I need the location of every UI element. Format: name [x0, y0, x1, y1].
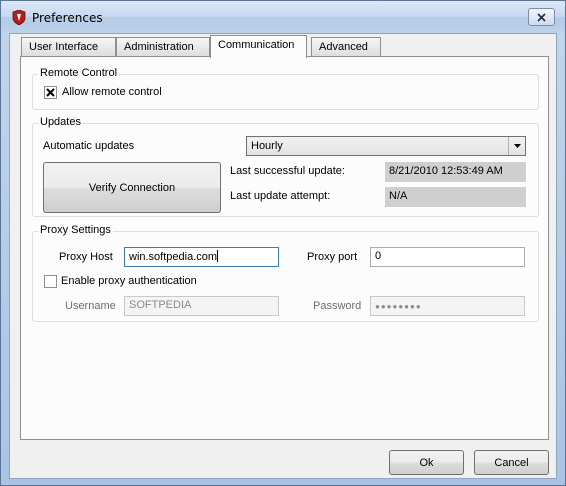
allow-remote-control-label[interactable]: Allow remote control — [62, 86, 162, 98]
last-update-attempt-label: Last update attempt: — [230, 190, 331, 202]
title-bar[interactable]: Preferences — [1, 1, 565, 33]
checkmark-icon — [46, 88, 55, 97]
update-frequency-dropdown[interactable]: Hourly — [246, 136, 526, 156]
tab-advanced[interactable]: Advanced — [311, 37, 381, 57]
tab-communication[interactable]: Communication — [210, 35, 307, 58]
allow-remote-control-checkbox[interactable] — [44, 86, 57, 99]
username-label: Username — [65, 300, 116, 312]
updates-group: Updates Automatic updates Hourly Verify … — [32, 116, 539, 217]
password-input[interactable]: ●●●●●●●● — [370, 296, 525, 316]
tab-administration[interactable]: Administration — [116, 37, 210, 57]
communication-panel: Remote Control Allow remote control Upda… — [20, 56, 549, 440]
username-input[interactable]: SOFTPEDIA — [124, 296, 279, 316]
tab-user-interface[interactable]: User Interface — [21, 37, 116, 57]
last-successful-update-value: 8/21/2010 12:53:49 AM — [385, 162, 526, 182]
window-title: Preferences — [32, 11, 103, 25]
proxy-host-input[interactable]: win.softpedia.com — [124, 247, 279, 267]
remote-control-group: Remote Control Allow remote control — [32, 67, 539, 110]
remote-control-title: Remote Control — [38, 67, 120, 79]
enable-proxy-auth-checkbox[interactable] — [44, 275, 57, 288]
verify-connection-button[interactable]: Verify Connection — [43, 162, 221, 213]
update-frequency-value: Hourly — [251, 140, 283, 152]
proxy-settings-title: Proxy Settings — [38, 224, 113, 236]
updates-title: Updates — [38, 116, 83, 128]
ok-button[interactable]: Ok — [389, 450, 464, 475]
shield-icon — [12, 10, 26, 25]
dialog-client-area: User Interface Administration Communicat… — [9, 33, 557, 479]
text-caret — [217, 250, 219, 262]
close-button[interactable] — [528, 8, 555, 26]
chevron-down-icon[interactable] — [508, 137, 525, 155]
proxy-port-input[interactable]: 0 — [370, 247, 525, 267]
enable-proxy-auth-label[interactable]: Enable proxy authentication — [61, 275, 197, 287]
proxy-settings-group: Proxy Settings Proxy Host win.softpedia.… — [32, 224, 539, 322]
proxy-port-label: Proxy port — [307, 251, 358, 263]
password-label: Password — [313, 300, 362, 312]
proxy-host-label: Proxy Host — [59, 251, 113, 263]
preferences-window: Preferences User Interface Administratio… — [0, 0, 566, 486]
close-icon — [537, 12, 546, 22]
cancel-button[interactable]: Cancel — [474, 450, 549, 475]
last-successful-update-label: Last successful update: — [230, 165, 345, 177]
automatic-updates-label: Automatic updates — [43, 140, 135, 152]
last-update-attempt-value: N/A — [385, 187, 526, 207]
